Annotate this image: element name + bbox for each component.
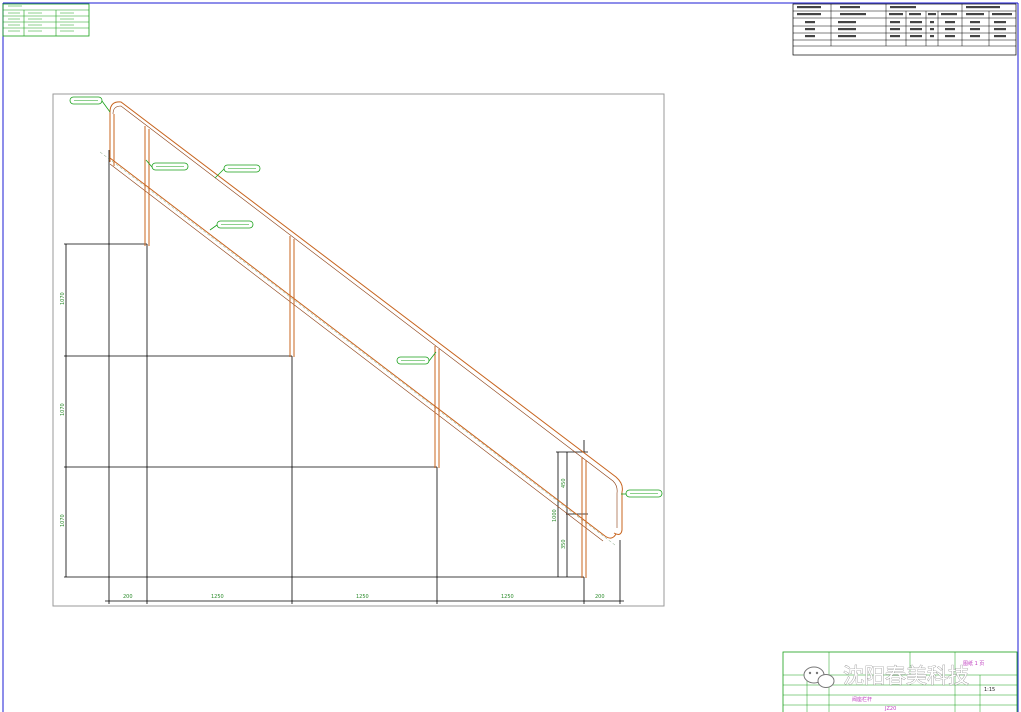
title-code: JZ20 [884, 706, 896, 712]
dim-left-2: 1070 [60, 403, 66, 416]
dim-bottom-2: 1250 [211, 594, 224, 600]
top-handrail [109, 101, 623, 535]
mid-rail [109, 157, 617, 539]
dim-bottom-4: 1250 [501, 594, 514, 600]
dim-bottom-3: 1250 [356, 594, 369, 600]
dim-right-outer: 1000 [552, 509, 558, 522]
part-callouts [69, 96, 663, 498]
dim-bottom-5: 200 [595, 594, 605, 600]
legend-table [2, 3, 90, 37]
dim-left-1: 1070 [60, 292, 66, 305]
drawing-sheet: 200 1250 1250 1250 200 1070 1070 1070 10… [2, 2, 1019, 712]
dimension-texts: 200 1250 1250 1250 200 1070 1070 1070 10… [60, 292, 605, 600]
dim-bottom-1: 200 [123, 594, 133, 600]
dim-left-3: 1070 [60, 514, 66, 527]
wechat-icon [803, 666, 835, 688]
dimension-lines [64, 150, 624, 604]
mid-rail-inner [109, 163, 604, 542]
dim-right-inner-2: 350 [561, 539, 567, 549]
parts-table [792, 3, 1017, 56]
dim-right-inner-1: 450 [561, 478, 567, 488]
title-scale: 1:15 [984, 687, 995, 693]
title-name: 阀座栏杆 [852, 696, 872, 703]
watermark-text: 沈阳春美科技 [843, 664, 969, 688]
railing [99, 101, 623, 578]
top-handrail-inner [112, 105, 618, 528]
